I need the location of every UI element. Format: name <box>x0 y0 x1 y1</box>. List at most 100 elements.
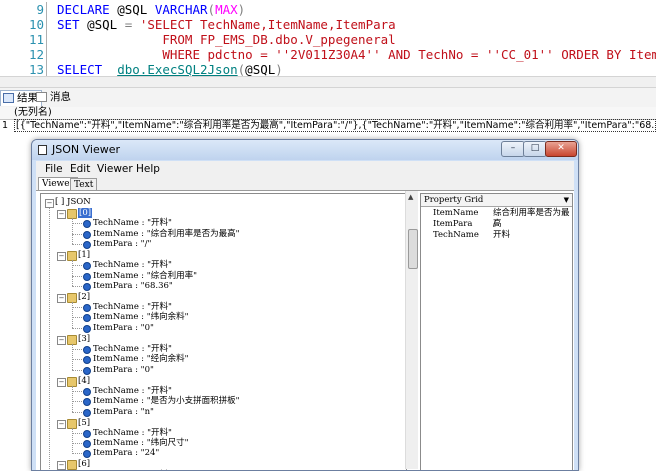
tree-leaf[interactable]: ItemPara : "0" <box>93 323 154 334</box>
property-row[interactable]: TechName 开料 <box>421 230 572 241</box>
property-key: ItemName <box>433 208 479 218</box>
tree-connector <box>72 401 82 403</box>
sql-editor[interactable]: 9 DECLARE @SQL VARCHAR(MAX) 10 SET @SQL = '… <box>0 0 656 76</box>
property-icon <box>83 230 91 239</box>
editor-splitter[interactable] <box>0 76 656 88</box>
tree-connector <box>72 275 82 277</box>
menu-bar: File Edit Viewer Help <box>36 161 574 177</box>
property-icon <box>83 262 91 271</box>
tree-item-index[interactable]: [4] <box>78 376 90 387</box>
property-row[interactable]: ItemName 综合利用率是否为最高 <box>421 208 572 229</box>
property-icon <box>83 314 91 323</box>
results-grid[interactable]: (无列名) 1 [{"TechName":"开料","ItemName":"综合… <box>0 107 656 137</box>
menu-help[interactable]: Help <box>136 163 160 175</box>
tree-connector <box>72 307 82 309</box>
minimize-button[interactable]: – <box>501 141 525 157</box>
result-cell[interactable]: [{"TechName":"开料","ItemName":"综合利用率是否为最高… <box>14 119 656 132</box>
tree-item-index[interactable]: [5] <box>78 418 90 429</box>
message-icon <box>36 92 47 102</box>
code-line[interactable]: 10 SET @SQL = 'SELECT TechName,ItemName,I… <box>0 17 656 32</box>
tree-leaf[interactable]: ItemPara : "/" <box>93 239 151 250</box>
fold-line <box>46 62 47 76</box>
scroll-up-icon[interactable]: ▲ <box>408 193 413 201</box>
tree-leaf[interactable]: ItemPara : "24" <box>93 448 159 459</box>
column-header-label: (无列名) <box>14 107 52 118</box>
tree-connector <box>72 411 82 413</box>
tree-connector <box>72 243 82 245</box>
collapse-toggle-icon[interactable]: − <box>57 377 66 387</box>
title-bar[interactable]: JSON Viewer – □ ✕ <box>32 140 578 160</box>
code-line[interactable]: 13 SELECT dbo.ExecSQL2Json(@SQL) <box>0 62 656 76</box>
tree-leaf[interactable]: ItemPara : "0" <box>93 365 154 376</box>
tree-item-index[interactable]: [3] <box>78 334 90 345</box>
tree-connector <box>49 208 50 470</box>
tab-messages[interactable]: 消息 <box>34 90 74 105</box>
tree-leaf[interactable]: ItemPara : "n" <box>93 407 154 418</box>
tree-item-index[interactable]: [2] <box>78 292 90 303</box>
property-icon <box>83 429 91 438</box>
results-tabbar: 结果 消息 <box>0 88 656 108</box>
tree-connector <box>72 443 82 445</box>
property-value[interactable]: 开料 <box>493 230 510 241</box>
collapse-toggle-icon[interactable]: − <box>57 335 66 345</box>
tree-connector <box>72 349 82 350</box>
app-icon <box>38 145 47 155</box>
scrollbar-thumb[interactable] <box>408 229 418 269</box>
property-icon <box>83 272 91 281</box>
property-grid-header[interactable]: Property Grid ▼ <box>421 194 572 207</box>
code-line[interactable]: 9 DECLARE @SQL VARCHAR(MAX) <box>0 2 656 17</box>
viewer-tabs: Viewer Text <box>36 177 574 191</box>
line-number: 13 <box>28 62 44 76</box>
property-icon <box>83 366 91 375</box>
tree-connector <box>72 302 73 328</box>
code-text: WHERE pdctno = ''2V011Z30A4'' AND TechNo… <box>57 47 656 62</box>
line-number: 9 <box>36 2 44 17</box>
menu-viewer[interactable]: Viewer <box>97 163 133 175</box>
code-line[interactable]: 11 FROM FP_EMS_DB.dbo.V_ppegeneral <box>0 32 656 47</box>
property-grid[interactable]: Property Grid ▼ ItemName 综合利用率是否为最高 ItemPa… <box>420 193 573 470</box>
table-row[interactable]: 1 [{"TechName":"开料","ItemName":"综合利用率是否为… <box>0 119 656 132</box>
line-number: 11 <box>28 32 44 47</box>
code-line[interactable]: 12 WHERE pdctno = ''2V011Z30A4'' AND Tec… <box>0 47 656 62</box>
property-value[interactable]: / <box>493 219 496 230</box>
collapse-toggle-icon[interactable]: − <box>57 293 66 303</box>
tree-connector <box>72 359 82 361</box>
line-number: 12 <box>28 47 44 62</box>
property-icon <box>83 356 91 365</box>
property-grid-title: Property Grid <box>424 195 484 205</box>
tree-connector <box>72 233 82 235</box>
collapse-toggle-icon[interactable]: − <box>57 251 66 261</box>
property-icon <box>83 304 91 313</box>
tab-messages-label: 消息 <box>50 91 71 103</box>
menu-file[interactable]: File <box>45 163 63 175</box>
maximize-button[interactable]: □ <box>523 141 547 157</box>
tree-root[interactable]: [ ] JSON <box>55 197 91 208</box>
menu-edit[interactable]: Edit <box>70 163 90 175</box>
tree-item-index[interactable]: [1] <box>78 250 90 261</box>
collapse-toggle-icon[interactable]: − <box>57 419 66 429</box>
close-button[interactable]: ✕ <box>545 141 577 157</box>
tree-connector <box>72 427 73 454</box>
collapse-toggle-icon[interactable]: − <box>45 199 54 208</box>
property-icon <box>83 408 91 417</box>
property-icon <box>83 324 91 333</box>
property-icon <box>83 282 91 291</box>
tree-item-index[interactable]: [6] <box>78 459 90 470</box>
tree-item-index[interactable]: [0] <box>78 208 93 219</box>
json-tree[interactable]: −[ ] JSON − [0] TechName : "开料" ItemName : "… <box>40 193 407 470</box>
fold-line <box>46 2 47 17</box>
property-icon <box>83 220 91 229</box>
collapse-toggle-icon[interactable]: − <box>57 210 66 219</box>
dropdown-arrow-icon[interactable]: ▼ <box>564 194 569 206</box>
code-text: DECLARE @SQL VARCHAR(MAX) <box>57 2 246 17</box>
line-number: 10 <box>28 17 44 32</box>
tree-connector <box>72 327 82 329</box>
viewer-panel: −[ ] JSON − [0] TechName : "开料" ItemName : "… <box>36 190 574 470</box>
property-row[interactable]: ItemPara / <box>421 219 572 230</box>
fold-line <box>46 32 47 47</box>
property-icon <box>83 387 91 396</box>
tree-connector <box>72 285 82 287</box>
grid-icon <box>3 93 14 103</box>
tree-scrollbar[interactable]: ▲ <box>405 191 418 469</box>
tree-leaf[interactable]: ItemPara : "68.36" <box>93 281 173 292</box>
